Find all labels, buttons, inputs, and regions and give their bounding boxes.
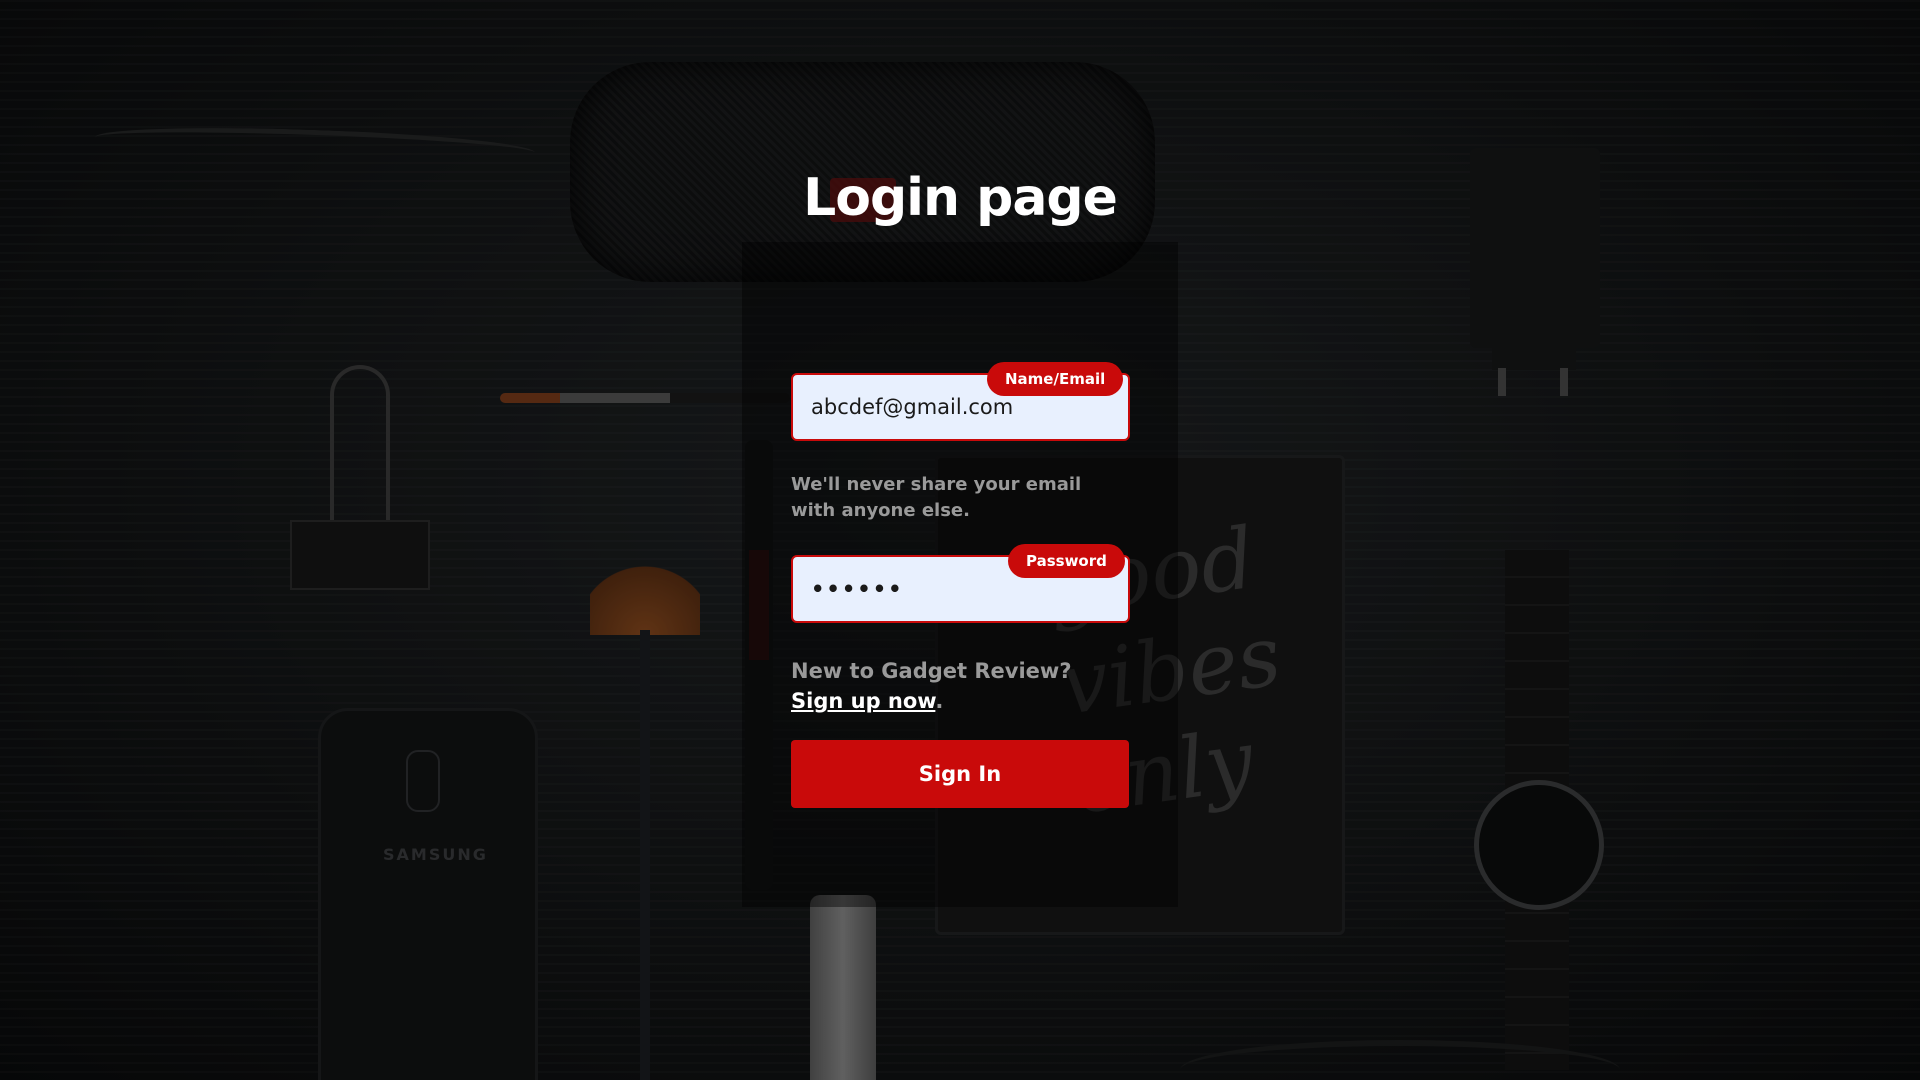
- password-field-value: ••••••: [811, 577, 904, 601]
- signup-prompt-suffix: .: [935, 689, 944, 713]
- email-field-value: abcdef@gmail.com: [811, 395, 1014, 419]
- signup-link[interactable]: Sign up now: [791, 689, 935, 713]
- signup-prompt-text: New to Gadget Review?: [791, 659, 1072, 683]
- page-title: Login page: [803, 168, 1118, 228]
- email-field-badge: Name/Email: [987, 362, 1124, 396]
- sign-in-button[interactable]: Sign In: [791, 740, 1129, 808]
- signup-prompt: New to Gadget Review? Sign up now.: [791, 656, 1131, 716]
- email-help-text: We'll never share your email with anyone…: [791, 474, 1082, 521]
- password-field-badge: Password: [1008, 544, 1125, 578]
